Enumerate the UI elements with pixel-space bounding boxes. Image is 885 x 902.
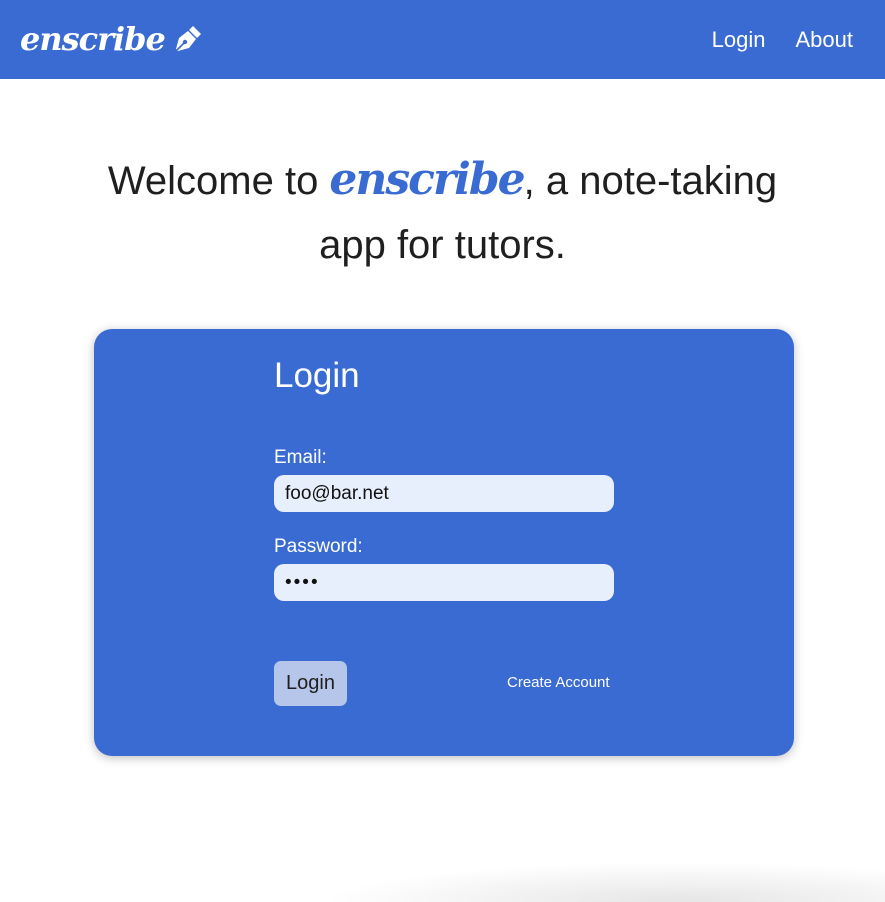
welcome-heading: Welcome to enscribe, a note-taking app f… [80,148,805,277]
window-shadow [320,862,885,902]
password-label: Password: [274,536,363,557]
password-field[interactable] [274,564,614,601]
nav-about-link[interactable]: About [796,27,854,53]
welcome-prefix: Welcome to [107,159,330,203]
create-account-link[interactable]: Create Account [507,674,610,691]
brand-logo[interactable]: enscribe [20,14,203,64]
login-submit-button[interactable]: Login [274,661,347,706]
login-card: Login Email: Password: Login Create Acco… [94,329,794,756]
nav-login-link[interactable]: Login [712,27,766,53]
pen-nib-icon [173,24,203,54]
email-field[interactable] [274,475,614,512]
welcome-brand: enscribe [329,154,525,205]
email-label: Email: [274,447,327,468]
nav-links: Login About [682,0,853,79]
login-title: Login [274,356,360,395]
top-navbar: enscribe Login About [0,0,885,79]
brand-name: enscribe [20,20,166,58]
